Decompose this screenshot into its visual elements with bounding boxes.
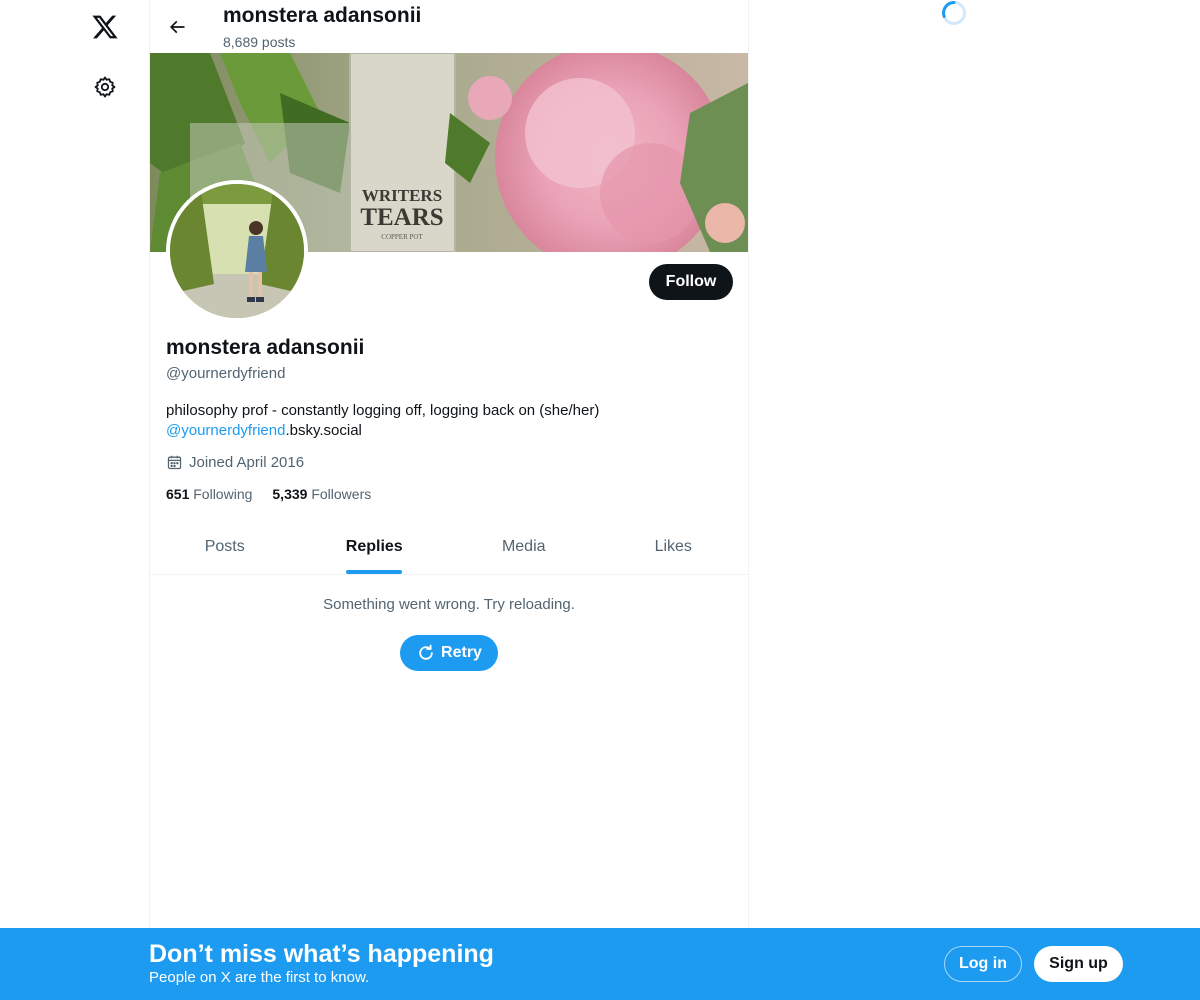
signup-banner-title: Don’t miss what’s happening [149, 940, 494, 968]
bio-text: philosophy prof - constantly logging off… [166, 402, 600, 419]
tab-likes[interactable]: Likes [599, 520, 749, 574]
main-column: monstera adansonii 8,689 posts WRITERS T… [149, 0, 749, 1000]
retry-label: Retry [441, 644, 482, 661]
tab-replies[interactable]: Replies [300, 520, 450, 574]
refresh-icon [416, 643, 436, 663]
profile-name: monstera adansonii [166, 336, 365, 359]
loading-spinner-icon [941, 0, 967, 26]
bio-link-line: @yournerdyfriend.bsky.social [166, 421, 726, 441]
profile-bio: philosophy prof - constantly logging off… [166, 401, 726, 441]
joined-date: Joined April 2016 [166, 454, 304, 471]
follow-button[interactable]: Follow [649, 264, 733, 300]
tab-media[interactable]: Media [449, 520, 599, 574]
profile-stats: 651 Following 5,339 Followers [166, 486, 391, 502]
tab-posts[interactable]: Posts [150, 520, 300, 574]
followers-label: Followers [311, 486, 372, 502]
signup-button[interactable]: Sign up [1034, 946, 1123, 982]
followers-link[interactable]: 5,339 Followers [272, 486, 371, 502]
error-message: Something went wrong. Try reloading. [323, 596, 575, 613]
bio-mention-link[interactable]: @yournerdyfriend [166, 422, 285, 439]
joined-text: Joined April 2016 [189, 454, 305, 471]
login-button[interactable]: Log in [944, 946, 1022, 982]
active-tab-indicator [346, 570, 403, 574]
following-count: 651 [166, 486, 190, 502]
profile-tabs: Posts Replies Media Likes [150, 520, 748, 575]
back-button[interactable] [160, 10, 194, 44]
following-label: Following [193, 486, 253, 502]
bio-link-suffix: .bsky.social [285, 422, 362, 439]
page-title: monstera adansonii [223, 4, 422, 27]
bottle-label-3: COPPER POT [381, 233, 423, 241]
tab-label: Replies [345, 538, 403, 555]
retry-button[interactable]: Retry [400, 635, 498, 671]
avatar[interactable] [166, 180, 308, 322]
signup-banner-subtitle: People on X are the first to know. [149, 969, 370, 986]
bottle-label-1: WRITERS [362, 186, 442, 205]
gear-icon[interactable] [88, 70, 122, 104]
left-nav [0, 0, 149, 1000]
calendar-icon [166, 454, 183, 471]
followers-count: 5,339 [272, 486, 308, 502]
profile-handle: @yournerdyfriend [166, 365, 286, 382]
profile-header-bar: monstera adansonii 8,689 posts [150, 0, 748, 53]
tab-label: Likes [654, 538, 692, 555]
signup-banner: Don’t miss what’s happening People on X … [0, 928, 1200, 1000]
tab-label: Posts [204, 538, 245, 555]
following-link[interactable]: 651 Following [166, 486, 252, 502]
arrow-left-icon [167, 17, 187, 37]
x-logo-icon[interactable] [88, 10, 122, 44]
bottle-label-2: TEARS [360, 204, 443, 231]
posts-count: 8,689 posts [223, 34, 296, 50]
tab-label: Media [501, 538, 546, 555]
